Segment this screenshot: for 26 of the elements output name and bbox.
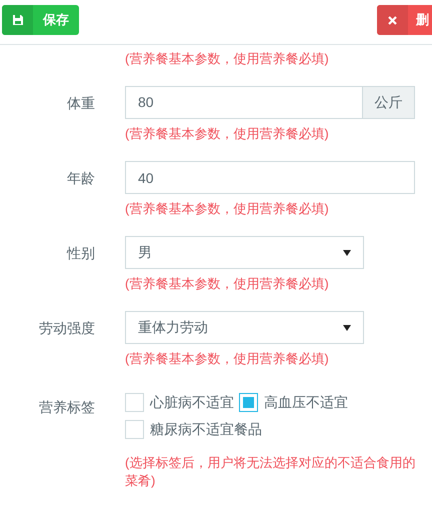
select-field[interactable]: 重体力劳动 <box>125 311 364 344</box>
field-label: 营养标签 <box>39 398 95 417</box>
hint-text: (营养餐基本参数，使用营养餐必填) <box>125 125 330 143</box>
weight-field[interactable]: 80 <box>125 86 363 119</box>
hint-text: (选择标签后，用户将无法选择对应的不适合食用的菜肴) <box>125 454 416 490</box>
field-label: 年龄 <box>67 169 95 188</box>
field-label: 性别 <box>67 244 95 263</box>
close-icon <box>388 16 397 24</box>
field-label: 体重 <box>67 94 95 113</box>
input-field[interactable]: 40 <box>125 161 415 194</box>
delete-button[interactable]: 删 <box>377 5 432 35</box>
unit-addon: 公斤 <box>363 86 415 119</box>
checkbox[interactable] <box>239 393 258 412</box>
caret-icon <box>343 324 351 330</box>
checkbox[interactable] <box>125 420 144 439</box>
hint-text: (营养餐基本参数，使用营养餐必填) <box>125 50 330 68</box>
checkbox-option[interactable]: 高血压不适宜 <box>239 392 348 413</box>
checkbox[interactable] <box>125 393 144 412</box>
hint-text: (营养餐基本参数，使用营养餐必填) <box>125 200 330 218</box>
field-label: 劳动强度 <box>39 319 95 338</box>
hint-text: (营养餐基本参数，使用营养餐必填) <box>125 350 330 368</box>
hint-text: (营养餐基本参数，使用营养餐必填) <box>125 275 330 293</box>
caret-icon <box>343 250 351 256</box>
checkbox-option[interactable]: 糖尿病不适宜餐品 <box>125 419 262 440</box>
checkbox-option[interactable]: 心脏病不适宜 <box>125 392 234 413</box>
select-field[interactable]: 男 <box>125 236 364 269</box>
